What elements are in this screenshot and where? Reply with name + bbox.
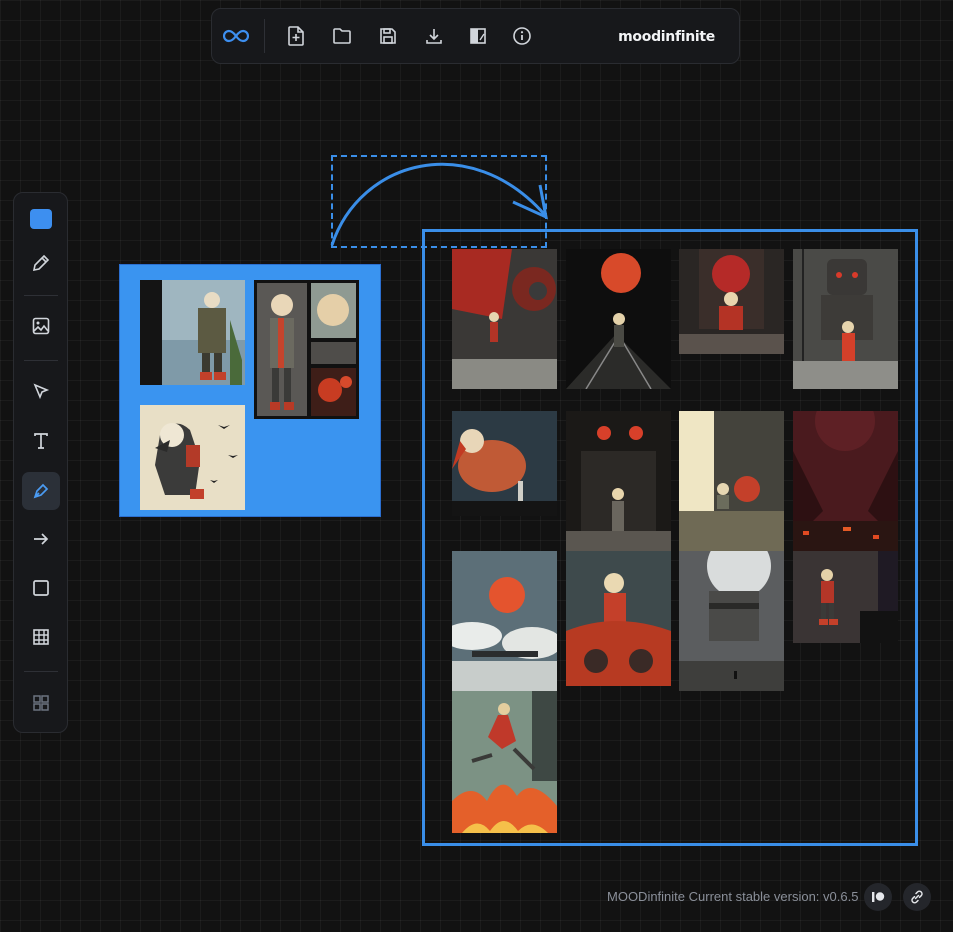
artwork-image[interactable]: [452, 551, 557, 691]
artwork-image[interactable]: [140, 405, 245, 510]
color-swatch-button[interactable]: [22, 200, 60, 238]
artwork-image[interactable]: [679, 249, 784, 354]
version-text: MOODinfinite Current stable version: v0.…: [607, 889, 859, 904]
download-icon[interactable]: [420, 22, 448, 50]
image-icon[interactable]: [22, 307, 60, 345]
select-pointer-icon[interactable]: [22, 372, 60, 410]
sidebar-separator: [24, 360, 58, 361]
eyedropper-icon[interactable]: [22, 244, 60, 282]
pen-icon[interactable]: [22, 472, 60, 510]
tool-sidebar: [13, 192, 68, 733]
artwork-image[interactable]: [793, 249, 898, 389]
artwork-image[interactable]: [452, 411, 557, 516]
artwork-image[interactable]: [679, 411, 784, 551]
top-toolbar: moodinfinite: [211, 8, 740, 64]
toolbar-separator: [264, 19, 265, 53]
artwork-image[interactable]: [140, 280, 245, 385]
grid-table-icon[interactable]: [22, 618, 60, 656]
logo-infinity-icon[interactable]: [222, 22, 250, 50]
new-file-icon[interactable]: [282, 22, 310, 50]
save-icon[interactable]: [374, 22, 402, 50]
text-icon[interactable]: [22, 422, 60, 460]
artwork-image[interactable]: [452, 691, 557, 833]
artwork-image[interactable]: [254, 280, 359, 419]
theme-toggle-icon[interactable]: [464, 22, 492, 50]
square-icon[interactable]: [22, 569, 60, 607]
artwork-image[interactable]: [452, 249, 557, 389]
artwork-image[interactable]: [793, 551, 898, 643]
artwork-image[interactable]: [679, 551, 784, 691]
sidebar-separator: [24, 671, 58, 672]
artwork-image[interactable]: [566, 551, 671, 686]
image-group[interactable]: [119, 264, 381, 517]
open-folder-icon[interactable]: [328, 22, 356, 50]
apps-grid-icon[interactable]: [22, 684, 60, 722]
artwork-image[interactable]: [566, 411, 671, 551]
link-icon[interactable]: [903, 883, 931, 911]
patreon-icon[interactable]: [864, 883, 892, 911]
brand-title: moodinfinite: [618, 29, 715, 45]
arrow-right-icon[interactable]: [22, 520, 60, 558]
artwork-image[interactable]: [793, 411, 898, 551]
color-swatch: [30, 209, 52, 229]
artwork-image[interactable]: [566, 249, 671, 389]
sidebar-separator: [24, 295, 58, 296]
info-icon[interactable]: [508, 22, 536, 50]
